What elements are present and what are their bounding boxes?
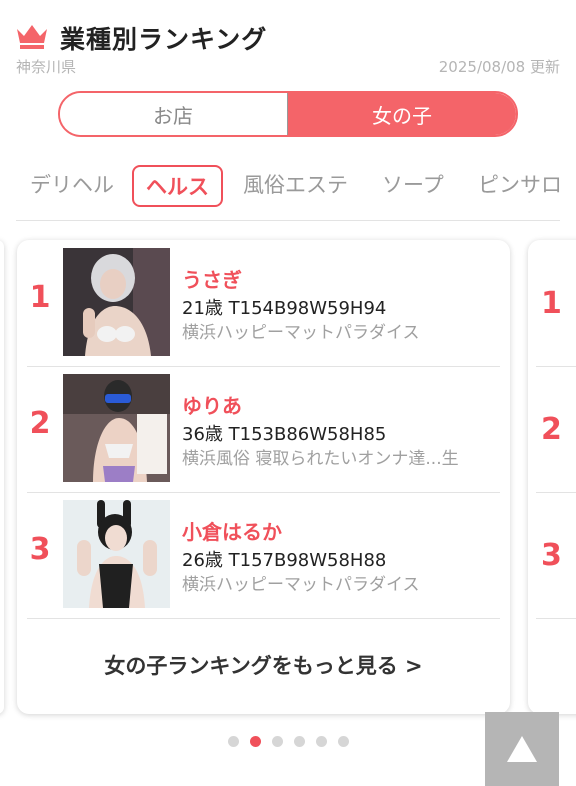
ranking-card: 1 うさぎ 21歳 T154B98W59H94 横浜ハッピーマットパラダイス 2 <box>17 240 510 714</box>
pagination-dot[interactable] <box>227 736 239 747</box>
tabs-divider <box>16 220 560 221</box>
rank-number: 2 <box>29 406 51 441</box>
pagination-dot[interactable] <box>337 736 349 747</box>
tab-pinsaro[interactable]: ピンサロ <box>478 169 562 199</box>
up-arrow-icon <box>507 736 537 762</box>
crown-icon <box>17 25 47 49</box>
shop-name[interactable]: 横浜ハッピーマットパラダイス <box>182 570 420 595</box>
girl-name[interactable]: 小倉はるか <box>182 516 282 545</box>
scroll-to-top-button[interactable] <box>485 712 559 786</box>
ranking-row[interactable]: 2 ゆりあ 36歳 T153B86W58H85 横浜風俗 寝取られたいオンナ達.… <box>17 366 510 492</box>
row-divider <box>536 618 576 619</box>
tab-fuzoku-este[interactable]: 風俗エステ <box>243 169 348 199</box>
rank-number: 1 <box>29 280 51 315</box>
shop-name[interactable]: 横浜ハッピーマットパラダイス <box>182 318 420 343</box>
segment-shop-button[interactable]: お店 <box>60 93 288 135</box>
pagination-dot-active[interactable] <box>249 736 261 747</box>
previous-card-peek[interactable] <box>0 240 4 714</box>
tab-deliheru[interactable]: デリヘル <box>30 169 114 199</box>
row-divider <box>536 366 576 367</box>
girl-spec: 21歳 T154B98W59H94 <box>182 298 387 319</box>
girl-name[interactable]: うさぎ <box>182 264 242 293</box>
girl-spec: 36歳 T153B86W58H85 <box>182 424 387 445</box>
category-tabs: デリヘル ヘルス 風俗エステ ソープ ピンサロ <box>0 162 576 212</box>
next-card-peek[interactable]: 1 2 3 <box>528 240 576 714</box>
girl-photo[interactable] <box>63 374 170 482</box>
shop-girl-toggle: お店 女の子 <box>58 91 518 137</box>
girl-photo[interactable] <box>63 500 170 608</box>
pagination-dot[interactable] <box>315 736 327 747</box>
page-title: 業種別ランキング <box>60 25 268 54</box>
segment-girl-button[interactable]: 女の子 <box>288 93 516 135</box>
pagination-dot[interactable] <box>293 736 305 747</box>
rank-number: 1 <box>541 286 562 321</box>
shop-name[interactable]: 横浜風俗 寝取られたいオンナ達...生 <box>182 444 459 469</box>
pagination-dot[interactable] <box>271 736 283 747</box>
updated-date: 2025/08/08 更新 <box>438 58 560 76</box>
rank-number: 3 <box>29 532 51 567</box>
ranking-header: 業種別ランキング 神奈川県 2025/08/08 更新 <box>0 0 576 80</box>
girl-photo[interactable] <box>63 248 170 356</box>
more-ranking-link[interactable]: 女の子ランキングをもっと見る > <box>17 650 510 680</box>
tab-soap[interactable]: ソープ <box>382 169 444 199</box>
rank-number: 3 <box>541 538 562 573</box>
girl-spec: 26歳 T157B98W58H88 <box>182 550 387 571</box>
row-divider <box>536 492 576 493</box>
prefecture-label: 神奈川県 <box>16 58 77 76</box>
rank-number: 2 <box>541 412 562 447</box>
girl-name[interactable]: ゆりあ <box>182 390 242 419</box>
ranking-row[interactable]: 1 うさぎ 21歳 T154B98W59H94 横浜ハッピーマットパラダイス <box>17 240 510 366</box>
tab-health[interactable]: ヘルス <box>132 165 223 207</box>
row-divider <box>27 618 500 619</box>
ranking-row[interactable]: 3 小倉はるか 26歳 T157B98W58H88 横浜ハッピーマットパラダイス <box>17 492 510 618</box>
